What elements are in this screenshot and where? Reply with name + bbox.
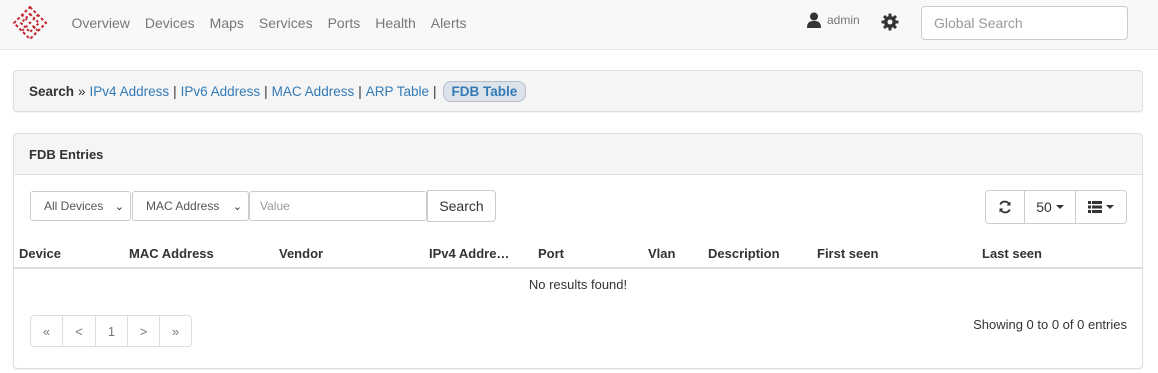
table-header: Device MAC Address Vendor IPv4 Addre… Po… — [14, 240, 1142, 269]
table-actions: 50 — [985, 190, 1127, 224]
page-size-dropdown[interactable]: 50 — [1024, 190, 1076, 224]
page-last-button[interactable]: » — [159, 315, 192, 347]
column-mac-address[interactable]: MAC Address — [129, 246, 214, 261]
column-last-seen[interactable]: Last seen — [982, 246, 1042, 261]
column-first-seen[interactable]: First seen — [817, 246, 878, 261]
link-ipv6-address[interactable]: IPv6 Address — [181, 84, 261, 99]
page-next-button[interactable]: > — [127, 315, 160, 347]
chevron-down-icon: ⌄ — [232, 200, 242, 213]
page-number-button[interactable]: 1 — [95, 315, 128, 347]
breadcrumb-title: Search — [29, 83, 75, 99]
nav-devices[interactable]: Devices — [137, 15, 202, 31]
field-select-value: MAC Address — [146, 199, 220, 213]
top-navbar: Overview Devices Maps Services Ports Hea… — [0, 0, 1158, 50]
refresh-icon — [999, 200, 1011, 214]
column-vlan[interactable]: Vlan — [648, 246, 675, 261]
link-ipv4-address[interactable]: IPv4 Address — [90, 84, 170, 99]
column-device[interactable]: Device — [19, 246, 61, 261]
device-select[interactable]: All Devices ⌄ — [30, 191, 131, 221]
columns-dropdown[interactable] — [1075, 190, 1127, 224]
user-name: admin — [827, 13, 860, 27]
page-size-value: 50 — [1036, 199, 1052, 215]
column-ipv4-address[interactable]: IPv4 Addre… — [429, 246, 509, 261]
search-button[interactable]: Search — [427, 190, 496, 222]
column-port[interactable]: Port — [538, 246, 564, 261]
nav-services[interactable]: Services — [251, 15, 320, 31]
breadcrumb-separator: » — [78, 83, 86, 99]
search-breadcrumb: Search » IPv4 Address | IPv6 Address | M… — [13, 70, 1143, 112]
user-icon — [807, 12, 821, 28]
main-nav: Overview Devices Maps Services Ports Hea… — [64, 0, 474, 46]
nav-overview[interactable]: Overview — [64, 15, 137, 31]
nav-health[interactable]: Health — [368, 15, 423, 31]
link-arp-table[interactable]: ARP Table — [366, 84, 429, 99]
librenms-logo-icon[interactable] — [12, 5, 48, 41]
field-select[interactable]: MAC Address ⌄ — [132, 191, 249, 221]
list-icon — [1088, 201, 1102, 213]
nav-maps[interactable]: Maps — [202, 15, 251, 31]
chevron-down-icon: ⌄ — [114, 200, 124, 213]
device-select-value: All Devices — [44, 199, 104, 213]
page-first-button[interactable]: « — [30, 315, 63, 347]
panel-title: FDB Entries — [14, 134, 1142, 175]
link-fdb-table-active[interactable]: FDB Table — [442, 80, 527, 102]
global-search-input[interactable] — [921, 6, 1128, 40]
page-prev-button[interactable]: < — [62, 315, 96, 347]
pagination: « < 1 > » — [30, 315, 192, 347]
column-description[interactable]: Description — [708, 246, 780, 261]
nav-ports[interactable]: Ports — [320, 15, 368, 31]
refresh-button[interactable] — [985, 190, 1025, 224]
nav-alerts[interactable]: Alerts — [423, 15, 474, 31]
caret-down-icon — [1055, 205, 1064, 209]
gear-icon[interactable] — [881, 13, 899, 34]
link-mac-address[interactable]: MAC Address — [272, 84, 355, 99]
no-results-message: No results found! — [528, 277, 628, 292]
caret-down-icon — [1106, 205, 1114, 209]
value-input[interactable] — [249, 191, 427, 221]
fdb-entries-panel: FDB Entries All Devices ⌄ MAC Address ⌄ … — [13, 133, 1143, 369]
entries-info: Showing 0 to 0 of 0 entries — [973, 317, 1127, 332]
column-vendor[interactable]: Vendor — [279, 246, 323, 261]
user-menu[interactable]: admin — [807, 12, 860, 28]
